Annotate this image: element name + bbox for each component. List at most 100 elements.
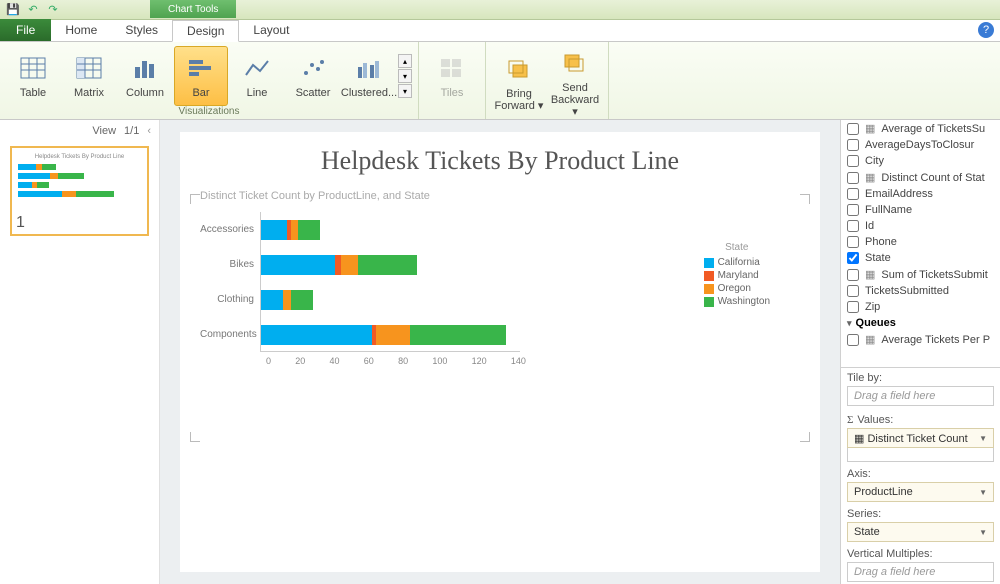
bar-segment — [261, 325, 372, 345]
field-item[interactable]: ▦Average Tickets Per P — [841, 331, 1000, 348]
legend-swatch — [704, 271, 714, 281]
field-checkbox[interactable] — [847, 334, 859, 346]
chart-subtitle: Distinct Ticket Count by ProductLine, an… — [200, 190, 800, 202]
field-item[interactable]: State — [841, 250, 1000, 266]
values-well[interactable]: ▦ Distinct Ticket Count▼ — [847, 428, 994, 448]
page-title: Helpdesk Tickets By Product Line — [200, 146, 800, 176]
aggregate-icon: ▦ — [865, 122, 875, 135]
field-checkbox[interactable] — [847, 285, 859, 297]
save-icon[interactable]: 💾 — [6, 3, 20, 17]
x-tick: 140 — [511, 356, 526, 366]
vis-line-button[interactable]: Line — [230, 46, 284, 106]
field-checkbox[interactable] — [847, 269, 859, 281]
selection-handle[interactable] — [800, 194, 810, 204]
aggregate-icon: ▦ — [865, 171, 875, 184]
field-item[interactable]: Zip — [841, 299, 1000, 315]
context-tab-chart-tools: Chart Tools — [150, 0, 236, 18]
chevron-down-icon: ▼ — [979, 488, 987, 497]
redo-icon[interactable]: ↷ — [46, 3, 60, 17]
field-item[interactable]: Phone — [841, 234, 1000, 250]
field-label: AverageDaysToClosur — [865, 139, 974, 151]
gallery-scroll[interactable]: ▴▾▾ — [398, 46, 412, 106]
tab-home[interactable]: Home — [51, 19, 111, 41]
field-item[interactable]: TicketsSubmitted — [841, 283, 1000, 299]
y-label: Accessories — [200, 224, 254, 235]
field-item[interactable]: ▦ Distinct Count of Stat — [841, 169, 1000, 186]
vis-table-button[interactable]: Table — [6, 46, 60, 106]
field-group[interactable]: Queues — [841, 315, 1000, 331]
undo-icon[interactable]: ↶ — [26, 3, 40, 17]
tab-design[interactable]: Design — [172, 20, 239, 42]
field-item[interactable]: ▦Average of TicketsSu — [841, 120, 1000, 137]
field-item[interactable]: FullName — [841, 202, 1000, 218]
field-label: Zip — [865, 301, 880, 313]
field-item[interactable]: ▦ Sum of TicketsSubmit — [841, 266, 1000, 283]
tile-by-well[interactable]: Drag a field here — [847, 386, 994, 406]
aggregate-icon: ▦ — [865, 268, 875, 281]
bar-segment — [261, 255, 335, 275]
tab-styles[interactable]: Styles — [111, 19, 172, 41]
field-checkbox[interactable] — [847, 123, 859, 135]
series-label: Series: — [847, 508, 994, 520]
legend-swatch — [704, 284, 714, 294]
report-canvas[interactable]: Helpdesk Tickets By Product Line Distinc… — [160, 120, 840, 584]
field-checkbox[interactable] — [847, 172, 859, 184]
vertical-multiples-label: Vertical Multiples: — [847, 548, 994, 560]
bar-segment — [261, 220, 287, 240]
vis-column-button[interactable]: Column — [118, 46, 172, 106]
selection-handle[interactable] — [190, 194, 200, 204]
tab-layout[interactable]: Layout — [239, 19, 303, 41]
layout-wells: Tile by: Drag a field here ΣValues: ▦ Di… — [841, 368, 1000, 584]
field-checkbox[interactable] — [847, 252, 859, 264]
field-label: State — [865, 252, 891, 264]
report-sheet: Helpdesk Tickets By Product Line Distinc… — [180, 132, 820, 572]
bar-segment — [283, 290, 290, 310]
field-item[interactable]: AverageDaysToClosur — [841, 137, 1000, 153]
field-checkbox[interactable] — [847, 139, 859, 151]
vis-clustered-button[interactable]: Clustered... — [342, 46, 396, 106]
field-list[interactable]: ▦Average of TicketsSu AverageDaysToClosur… — [841, 120, 1000, 368]
thumbnail-number: 1 — [16, 214, 25, 232]
vis-scatter-button[interactable]: Scatter — [286, 46, 340, 106]
field-item[interactable]: City — [841, 153, 1000, 169]
field-checkbox[interactable] — [847, 236, 859, 248]
bring-forward-button[interactable]: Bring Forward ▾ — [492, 46, 546, 120]
axis-well[interactable]: ProductLine▼ — [847, 482, 994, 502]
chevron-down-icon: ▼ — [979, 434, 987, 443]
field-label: Distinct Count of Stat — [881, 172, 984, 184]
field-item[interactable]: Id — [841, 218, 1000, 234]
selection-handle[interactable] — [800, 432, 810, 442]
field-checkbox[interactable] — [847, 204, 859, 216]
selection-handle[interactable] — [190, 432, 200, 442]
field-label: EmailAddress — [865, 188, 933, 200]
field-label: TicketsSubmitted — [865, 285, 949, 297]
chevron-left-icon[interactable]: ‹ — [147, 125, 151, 137]
view-thumbnail-1[interactable]: Helpdesk Tickets By Product Line 1 — [10, 146, 149, 236]
help-icon[interactable]: ? — [978, 22, 994, 38]
send-backward-button[interactable]: Send Backward ▾ — [548, 46, 602, 120]
bar-segment — [358, 255, 417, 275]
main-area: View 1/1 ‹ Helpdesk Tickets By Product L… — [0, 120, 1000, 584]
field-checkbox[interactable] — [847, 188, 859, 200]
field-label: City — [865, 155, 884, 167]
x-tick: 80 — [398, 356, 408, 366]
bar-segment — [291, 290, 313, 310]
field-item[interactable]: EmailAddress — [841, 186, 1000, 202]
vis-bar-button[interactable]: Bar — [174, 46, 228, 106]
field-label: Sum of TicketsSubmit — [881, 269, 987, 281]
bar-row — [261, 255, 417, 275]
series-well[interactable]: State▼ — [847, 522, 994, 542]
vis-matrix-button[interactable]: Matrix — [62, 46, 116, 106]
legend-item: California — [704, 257, 770, 268]
field-checkbox[interactable] — [847, 220, 859, 232]
field-checkbox[interactable] — [847, 301, 859, 313]
field-label: FullName — [865, 204, 912, 216]
bar-row — [261, 325, 506, 345]
field-checkbox[interactable] — [847, 155, 859, 167]
bar-segment — [291, 220, 298, 240]
legend-item: Oregon — [704, 283, 770, 294]
chart[interactable]: AccessoriesBikesClothingComponents 02040… — [200, 212, 800, 412]
field-label: Phone — [865, 236, 897, 248]
tab-file[interactable]: File — [0, 19, 51, 41]
vertical-multiples-well[interactable]: Drag a field here — [847, 562, 994, 582]
